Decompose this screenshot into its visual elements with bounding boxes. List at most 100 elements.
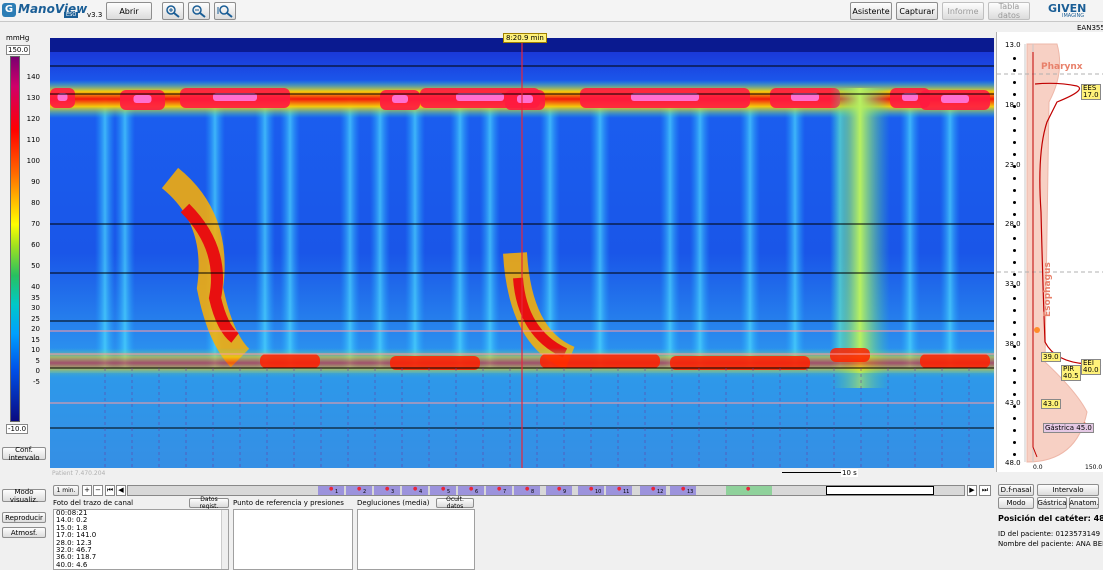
sensor-dot (1013, 237, 1016, 240)
swallow-band[interactable]: ● 8 (514, 486, 540, 495)
swallow-band[interactable]: ● 7 (486, 486, 512, 495)
timeline-window[interactable] (826, 486, 934, 495)
current-swallow-band[interactable]: ● (726, 486, 772, 495)
register-data-button[interactable]: Datos regist. (189, 496, 229, 510)
patient-watermark: Patient 7.470.204 (52, 470, 106, 477)
timeline-last-icon[interactable]: ⏭ (979, 485, 991, 496)
channel-snapshot-title: Foto del trazo de canal (53, 499, 134, 507)
sensor-dot (1013, 309, 1016, 312)
open-button[interactable]: Abrir (106, 2, 152, 20)
play-button[interactable]: Reproducir (2, 512, 46, 523)
swallow-band[interactable]: ● 11 (606, 486, 632, 495)
scale-tick-label: 35 (31, 294, 40, 302)
sensor-dot (1013, 225, 1016, 228)
depth-label: 48.0 (1005, 459, 1021, 467)
zoom-out-button[interactable] (188, 2, 210, 20)
assistant-button[interactable]: Asistente (850, 2, 892, 20)
scale-tick-label: 100 (26, 157, 40, 165)
zoom-reset-button[interactable] (214, 2, 236, 20)
manoview-logo: G (2, 3, 16, 17)
channel-value-row: 40.0: 4.6 (56, 560, 88, 569)
scale-tick-label: 30 (31, 304, 40, 312)
reference-title: Punto de referencia y presiones (233, 499, 344, 507)
timeline-zoom-in-icon[interactable]: + (82, 485, 92, 496)
sensor-dot (1013, 297, 1016, 300)
ues-tag: EES 17.0 (1081, 84, 1101, 100)
zoom-out-icon (192, 5, 206, 18)
config-interval-button[interactable]: Conf. intervalo (2, 446, 46, 462)
timeline-next-icon[interactable]: ▶ (967, 485, 977, 496)
scale-tick-label: 10 (31, 346, 40, 354)
scale-bottom-value: -10.0 (6, 424, 29, 434)
sensor-dot (1013, 285, 1016, 288)
scale-tick-label: 90 (31, 178, 40, 186)
zoom-in-button[interactable] (162, 2, 184, 20)
report-button[interactable]: Informe (942, 2, 984, 20)
sensor-dot (1013, 117, 1016, 120)
sensor-dot (1013, 405, 1016, 408)
depth-label: 13.0 (1005, 41, 1021, 49)
tag-39: 39.0 (1041, 352, 1061, 362)
df-nasal-button[interactable]: D.f-nasal (998, 484, 1034, 496)
sensor-dot (1013, 249, 1016, 252)
interval-button[interactable]: Intervalo (1037, 484, 1099, 496)
sensor-dot (1013, 57, 1016, 60)
gastric-button[interactable]: Gástrica (1037, 497, 1067, 509)
reference-list[interactable] (233, 509, 353, 570)
swallow-band[interactable]: ● 10 (578, 486, 604, 495)
swallow-band[interactable]: ● 1 (318, 486, 344, 495)
sensor-dot (1013, 453, 1016, 456)
sensor-dot (1013, 333, 1016, 336)
scale-tick-label: 120 (26, 115, 40, 123)
swallow-band[interactable]: ● 12 (640, 486, 666, 495)
capture-button[interactable]: Capturar (896, 2, 938, 20)
time-marker-label: 8:20.9 min (503, 33, 547, 43)
axis-min: 0.0 (1033, 464, 1043, 471)
esophagus-label: Esophagus (1043, 262, 1053, 317)
scale-tick-label: 0 (35, 367, 40, 375)
sensor-dot (1013, 141, 1016, 144)
hide-data-button[interactable]: Ocult. datos (436, 496, 474, 510)
sensor-dot (1013, 273, 1016, 276)
swallow-band[interactable]: ● 9 (546, 486, 572, 495)
anatomy-button[interactable]: Anatom. (1069, 497, 1099, 509)
channel-list-scrollbar[interactable] (221, 510, 228, 569)
swallow-band[interactable]: ● 13 (670, 486, 696, 495)
timeline-first-icon[interactable]: ⏮ (105, 485, 115, 496)
atmos-button[interactable]: Atmosf. (2, 527, 46, 538)
sensor-dot (1013, 153, 1016, 156)
sensor-dot (1013, 105, 1016, 108)
swallow-band[interactable]: ● 2 (346, 486, 372, 495)
right-code: EAN3557 (1077, 24, 1103, 32)
timeline-prev-icon[interactable]: ◀ (116, 485, 126, 496)
data-table-button[interactable]: Tabla datos (988, 2, 1030, 20)
sensor-dot (1013, 165, 1016, 168)
swallow-band[interactable]: ● 4 (402, 486, 428, 495)
anatomy-panel: 13.018.023.028.033.038.043.048.0 Pharynx… (996, 32, 1103, 472)
timeline-zoom-out-icon[interactable]: − (93, 485, 103, 496)
scale-tick-label: 5 (35, 357, 40, 365)
scale-tick-label: -5 (33, 378, 40, 386)
pir-tag-value: 40.5 (1063, 372, 1079, 380)
zoom-1min-button[interactable]: 1 min. (53, 485, 79, 496)
sensor-dot (1013, 261, 1016, 264)
sensor-dot (1013, 417, 1016, 420)
mode-button[interactable]: Modo (998, 497, 1034, 509)
timeline-track[interactable]: ● 1 ● 2 ● 3 ● 4 ● 5 ● 6 ● 7 ● 8 ● 9 ● 10 ● 11 ● 12 ● 13 ● (127, 485, 965, 496)
scale-tick-label: 20 (31, 325, 40, 333)
scale-tick-label: 40 (31, 283, 40, 291)
sensor-dot (1013, 429, 1016, 432)
swallow-band[interactable]: ● 6 (458, 486, 484, 495)
pressure-topography-plot[interactable] (50, 38, 994, 468)
scale-top-value: 150.0 (6, 45, 31, 55)
swallows-list[interactable] (357, 509, 475, 570)
patient-name: Nombre del paciente: ANA BENITE... (998, 540, 1103, 548)
channel-values-list[interactable]: 00:08:21 14.0: 0.2 15.0: 1.8 17.0: 141.0 28.… (53, 509, 229, 570)
swallow-band[interactable]: ● 3 (374, 486, 400, 495)
scale-tick-label: 60 (31, 241, 40, 249)
sensor-dot (1013, 201, 1016, 204)
pressure-unit-label: mmHg (6, 34, 30, 42)
swallow-band[interactable]: ● 5 (430, 486, 456, 495)
zoom-in-icon (166, 5, 180, 18)
visual-mode-button[interactable]: Modo visualiz. (2, 488, 46, 504)
